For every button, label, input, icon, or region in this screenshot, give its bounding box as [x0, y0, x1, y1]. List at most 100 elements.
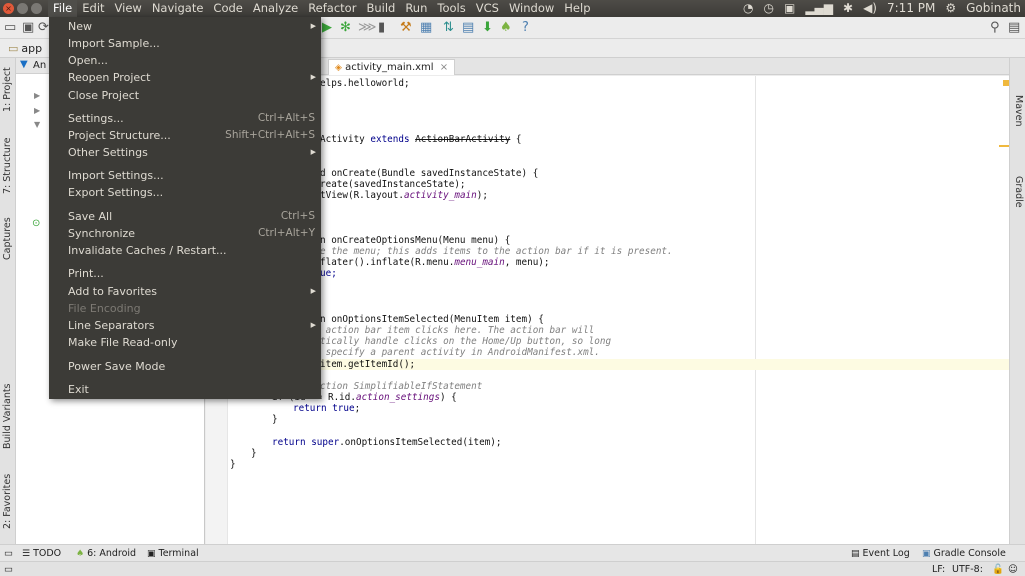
clock-time[interactable]: 7:11 PM	[887, 0, 935, 17]
menu-item-label: Import Settings...	[68, 169, 164, 182]
layout-toggle-icon[interactable]: ▭	[4, 546, 13, 561]
status-toggle-icon[interactable]: ▭	[4, 562, 13, 576]
tool-tab-project[interactable]: 1: Project	[0, 62, 16, 118]
attach-debugger-icon[interactable]: ⋙	[358, 20, 377, 36]
tool-tab-favorites[interactable]: 2: Favorites	[0, 470, 16, 532]
menu-help[interactable]: Help	[559, 0, 595, 17]
project-structure-icon[interactable]: ⚒	[400, 20, 412, 36]
tool-tab-captures[interactable]: Captures	[0, 214, 16, 264]
code-editor[interactable]: elps.helloworld; Activity extends Action…	[206, 76, 1009, 544]
network-icon[interactable]: ▂▄▆	[805, 0, 833, 17]
menu-item-settings[interactable]: Settings... Ctrl+Alt+S	[49, 110, 321, 127]
menu-item-line-separators[interactable]: Line Separators ▶	[49, 317, 321, 334]
save-icon[interactable]: ▣	[22, 20, 34, 36]
tree-expand-icon[interactable]: ▶	[34, 91, 40, 100]
menu-view[interactable]: View	[110, 0, 147, 17]
breadcrumb[interactable]: ▭ app	[4, 41, 46, 56]
stop-icon[interactable]: ▮	[378, 20, 385, 36]
tree-expand-icon[interactable]: ▶	[34, 106, 40, 115]
tool-tab-gradle[interactable]: Gradle	[1010, 172, 1025, 212]
gear-icon[interactable]: ⚙	[945, 0, 956, 17]
menu-item-invalidate-caches-restart[interactable]: Invalidate Caches / Restart...	[49, 242, 321, 259]
code-line: }	[272, 414, 278, 425]
run-icon[interactable]: ▶	[322, 20, 332, 36]
user-name[interactable]: Gobinath	[966, 0, 1021, 17]
volume-icon[interactable]: ◀)	[863, 0, 877, 17]
menu-window[interactable]: Window	[504, 0, 559, 17]
code-line: flater().inflate(R.menu.menu_main, menu)…	[320, 257, 550, 268]
warning-marker[interactable]	[1003, 80, 1009, 86]
tool-tab-build-variants[interactable]: Build Variants	[0, 380, 16, 452]
menu-analyze[interactable]: Analyze	[248, 0, 303, 17]
menu-vcs[interactable]: VCS	[471, 0, 504, 17]
tool-tab-structure[interactable]: 7: Structure	[0, 134, 16, 198]
avd-manager-icon[interactable]: ▤	[462, 20, 474, 36]
minimize-window-icon[interactable]	[17, 3, 28, 14]
menu-item-shortcut: Shift+Ctrl+Alt+S	[225, 129, 315, 141]
hector-icon[interactable]: ☺	[1008, 562, 1018, 576]
dropbox-icon[interactable]: ▣	[784, 0, 795, 17]
menu-run[interactable]: Run	[400, 0, 432, 17]
code-line: specify a parent activity in AndroidMani…	[320, 347, 600, 358]
menu-item-label: Reopen Project	[68, 71, 151, 84]
wifi-icon[interactable]: ◔	[743, 0, 753, 17]
menu-item-other-settings[interactable]: Other Settings ▶	[49, 144, 321, 161]
warning-stripe[interactable]	[999, 145, 1009, 147]
menu-item-open[interactable]: Open...	[49, 52, 321, 69]
menu-item-exit[interactable]: Exit	[49, 381, 321, 398]
menu-item-add-to-favorites[interactable]: Add to Favorites ▶	[49, 283, 321, 300]
bluetooth-icon[interactable]: ✱	[843, 0, 853, 17]
menu-refactor[interactable]: Refactor	[303, 0, 361, 17]
menu-edit[interactable]: Edit	[77, 0, 109, 17]
layout-icon[interactable]: ▦	[420, 20, 432, 36]
menu-item-new[interactable]: New ▶	[49, 18, 321, 35]
tab-activity-main-xml[interactable]: ◈ activity_main.xml ×	[328, 59, 456, 75]
maximize-window-icon[interactable]	[31, 3, 42, 14]
help-icon[interactable]: ?	[522, 20, 529, 36]
gradle-sync-icon[interactable]: ⇅	[443, 20, 454, 36]
tool-button-todo[interactable]: ☰ TODO	[22, 546, 61, 562]
layout-toggle-icon[interactable]: ▤	[1008, 20, 1020, 36]
debug-icon[interactable]: ✻	[340, 20, 351, 36]
menu-item-save-all[interactable]: Save All Ctrl+S	[49, 208, 321, 225]
tool-tab-maven[interactable]: Maven Projects	[997, 76, 1025, 146]
menu-item-print[interactable]: Print...	[49, 265, 321, 282]
menu-item-import-settings[interactable]: Import Settings...	[49, 167, 321, 184]
sync-icon[interactable]: ⟳	[38, 20, 49, 36]
menu-item-close-project[interactable]: Close Project	[49, 87, 321, 104]
line-separator-indicator[interactable]: LF:	[932, 562, 945, 576]
project-view-label[interactable]: An	[33, 59, 46, 72]
menu-item-synchronize[interactable]: Synchronize Ctrl+Alt+Y	[49, 225, 321, 242]
folder-icon[interactable]: ▭	[4, 20, 16, 36]
tool-button-android[interactable]: ♠ 6: Android	[76, 546, 136, 562]
menu-item-make-file-read-only[interactable]: Make File Read-only	[49, 334, 321, 351]
clock-icon[interactable]: ◷	[764, 0, 774, 17]
menu-item-import-sample[interactable]: Import Sample...	[49, 35, 321, 52]
menu-item-project-structure[interactable]: Project Structure... Shift+Ctrl+Alt+S	[49, 127, 321, 144]
menu-build[interactable]: Build	[361, 0, 400, 17]
tree-collapse-icon[interactable]: ▼	[34, 120, 40, 129]
sdk-manager-icon[interactable]: ⬇	[482, 20, 493, 36]
search-icon[interactable]: ⚲	[990, 20, 1000, 36]
menu-file[interactable]: File	[48, 0, 78, 17]
menu-item-label: Other Settings	[68, 146, 148, 159]
submenu-arrow-icon: ▶	[310, 287, 316, 295]
encoding-indicator[interactable]: UTF-8:	[952, 562, 983, 576]
menu-code[interactable]: Code	[208, 0, 247, 17]
tool-button-gradle-console[interactable]: ▣ Gradle Console	[922, 546, 1006, 562]
menu-item-export-settings[interactable]: Export Settings...	[49, 184, 321, 201]
gradle-scripts-icon[interactable]: ⊙	[32, 218, 40, 229]
menu-item-power-save-mode[interactable]: Power Save Mode	[49, 358, 321, 375]
lock-icon[interactable]: 🔓	[992, 562, 1004, 576]
menu-item-reopen-project[interactable]: Reopen Project ▶	[49, 69, 321, 86]
tool-button-event-log[interactable]: ▤ Event Log	[851, 546, 910, 562]
collapse-triangle-icon[interactable]: ▼	[20, 59, 28, 70]
menu-navigate[interactable]: Navigate	[147, 0, 209, 17]
breadcrumb-app[interactable]: app	[21, 41, 42, 56]
tool-button-terminal[interactable]: ▣ Terminal	[147, 546, 199, 562]
menu-tools[interactable]: Tools	[432, 0, 470, 17]
close-window-icon[interactable]: ×	[3, 3, 14, 14]
close-tab-icon[interactable]: ×	[440, 62, 448, 73]
android-icon[interactable]: ♠	[500, 20, 512, 36]
code-area[interactable]: elps.helloworld; Activity extends Action…	[206, 76, 1009, 544]
